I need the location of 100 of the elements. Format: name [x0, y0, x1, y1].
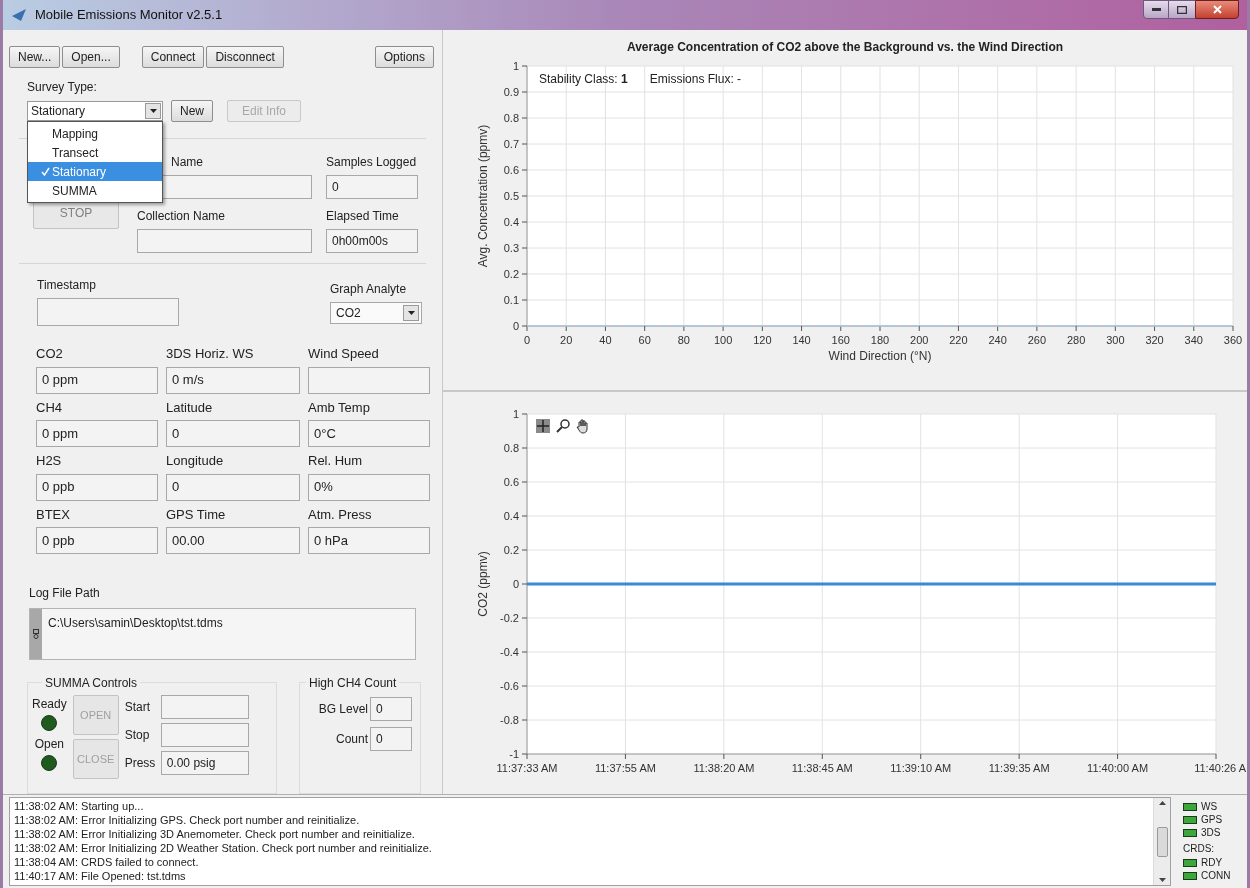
axis-tick-label: -0.4 — [500, 646, 519, 658]
field-label: Count — [335, 731, 368, 748]
log-line: 11:38:02 AM: Error Initializing 3D Anemometer. Check port number and reinitialize. — [14, 827, 416, 841]
text-field[interactable]: 0% — [308, 473, 430, 501]
field-label: Stop — [124, 727, 151, 744]
text-field[interactable]: 0 — [166, 473, 300, 501]
axis-tick-label: -1 — [509, 748, 519, 760]
field-label: H2S — [36, 452, 63, 470]
log-line: 11:38:02 AM: Starting up... — [14, 799, 145, 813]
text-field[interactable]: 0 ppm — [36, 420, 158, 447]
log-line: 11:38:02 AM: Error Initializing GPS. Check port number and reinitialize. — [14, 813, 361, 827]
axis-tick-label: -0.6 — [500, 680, 519, 692]
indicator-heading: CRDS: — [1183, 842, 1216, 856]
scroll-down-icon[interactable] — [1158, 878, 1166, 882]
text-field[interactable]: 0.00 psig — [160, 751, 249, 775]
emissions-flux-label: Emissions Flux: - — [649, 71, 742, 88]
axis-tick-label: 1 — [512, 60, 519, 72]
axis-tick-label: 280 — [1066, 334, 1086, 346]
text-field[interactable]: 0 m/s — [166, 366, 300, 394]
analyte-dropdown[interactable]: CO2 — [330, 302, 422, 324]
field-label: Elapsed Time — [326, 208, 400, 225]
menu-item[interactable]: Mapping — [28, 124, 162, 143]
path-field[interactable]: C:\Users\samin\Desktop\tst.tdms — [29, 608, 416, 660]
check-icon — [41, 167, 50, 176]
field-label: Wind Speed — [308, 345, 380, 363]
axis-tick-label: 360 — [1223, 334, 1243, 346]
maximize-button[interactable] — [1169, 0, 1195, 19]
field-label: Amb Temp — [308, 398, 371, 417]
stability-class-label: Stability Class: 1 — [539, 71, 628, 88]
field-label: Latitude — [166, 398, 214, 417]
zoom-icon[interactable] — [555, 418, 571, 434]
button[interactable]: New... — [9, 46, 61, 68]
button[interactable]: Disconnect — [206, 46, 284, 68]
text-field[interactable] — [160, 695, 249, 719]
text-field[interactable] — [37, 298, 179, 326]
button[interactable]: Options — [374, 46, 434, 68]
scroll-thumb[interactable] — [1156, 826, 1168, 857]
text-field[interactable]: 0 ppb — [36, 527, 158, 554]
crosshair-icon[interactable] — [535, 418, 551, 434]
text-field[interactable]: 0 ppb — [36, 473, 158, 501]
text-field[interactable]: 0h00m00s — [326, 229, 418, 253]
minimize-button[interactable] — [1143, 0, 1169, 19]
axis-title: CO2 (ppmv) — [476, 551, 490, 617]
scrollbar[interactable] — [1153, 798, 1170, 885]
hand-icon[interactable] — [575, 418, 591, 434]
caret-icon — [407, 311, 415, 315]
axis-tick-label: 11:38:45 AM — [791, 762, 853, 774]
survey-type-dropdown[interactable]: Stationary — [27, 101, 163, 121]
axis-tick-label: 80 — [677, 334, 690, 346]
axis-tick-label: 0.3 — [503, 242, 519, 254]
text-field[interactable]: 0°C — [308, 420, 430, 447]
text-field[interactable]: 0 — [166, 420, 300, 447]
close-button[interactable] — [1195, 0, 1239, 19]
text-field[interactable] — [137, 229, 312, 253]
field-label: CO2 — [36, 345, 64, 363]
axis-tick-label: -0.8 — [500, 714, 519, 726]
text-field[interactable]: 0 ppm — [36, 366, 158, 394]
button[interactable]: Open... — [62, 46, 120, 68]
axis-tick-label: 1 — [512, 408, 519, 420]
axis-tick-label: 11:38:20 AM — [693, 762, 755, 774]
field-label: Longitude — [166, 452, 225, 470]
chart-title: Average Concentration of CO2 above the Background vs. the Wind Direction — [625, 39, 1065, 56]
field-label: Name — [170, 154, 204, 171]
maximize-icon — [1177, 5, 1187, 14]
axis-tick-label: 0.5 — [503, 190, 519, 202]
button[interactable]: New — [171, 100, 213, 122]
text-field[interactable] — [308, 366, 430, 394]
menu-item[interactable]: Transect — [28, 143, 162, 162]
field-label: Ready — [32, 696, 67, 713]
text-field[interactable]: 00.00 — [166, 527, 300, 554]
axis-tick-label: 0.4 — [503, 216, 519, 228]
log-line: 11:38:04 AM: CRDS failed to connect. — [14, 855, 200, 869]
text-field[interactable] — [160, 723, 249, 747]
scroll-up-icon[interactable] — [1158, 801, 1166, 805]
dropdown-button[interactable] — [145, 103, 161, 119]
axis-tick-label: 200 — [910, 334, 929, 346]
menu-item[interactable]: SUMMA — [28, 181, 162, 200]
dropdown-button[interactable] — [403, 305, 419, 321]
field-label: 3DS Horiz. WS — [166, 345, 255, 363]
text-field[interactable]: 0 — [370, 727, 412, 751]
axis-tick-label: 0.4 — [503, 510, 519, 522]
button[interactable]: Connect — [141, 46, 205, 68]
axis-tick-label: 0.2 — [503, 268, 519, 280]
browse-strip[interactable] — [30, 609, 42, 659]
field-label: CH4 — [36, 398, 63, 417]
field-label: Survey Type: — [27, 80, 97, 94]
field-label: Press — [124, 755, 157, 772]
text-field[interactable]: 0 — [326, 175, 418, 199]
axis-tick-label: 340 — [1184, 334, 1203, 346]
field-label: Samples Logged — [326, 154, 418, 171]
path-text: C:\Users\samin\Desktop\tst.tdms — [47, 615, 223, 632]
axis-tick-label: 160 — [831, 334, 850, 346]
log-line: 11:40:17 AM: File Opened: tst.tdms — [14, 869, 187, 883]
indicator-label: GPS — [1201, 814, 1223, 826]
text-field[interactable]: 0 — [370, 697, 412, 721]
axis-title: Avg. Concentration (ppmv) — [476, 124, 490, 268]
text-field[interactable]: 0 hPa — [308, 527, 430, 554]
axis-tick-label: 0.7 — [503, 138, 519, 150]
log-line: 11:38:02 AM: Error Initializing 2D Weather Station. Check port number and reinitialize. — [14, 841, 433, 855]
axis-tick-label: 300 — [1106, 334, 1125, 346]
